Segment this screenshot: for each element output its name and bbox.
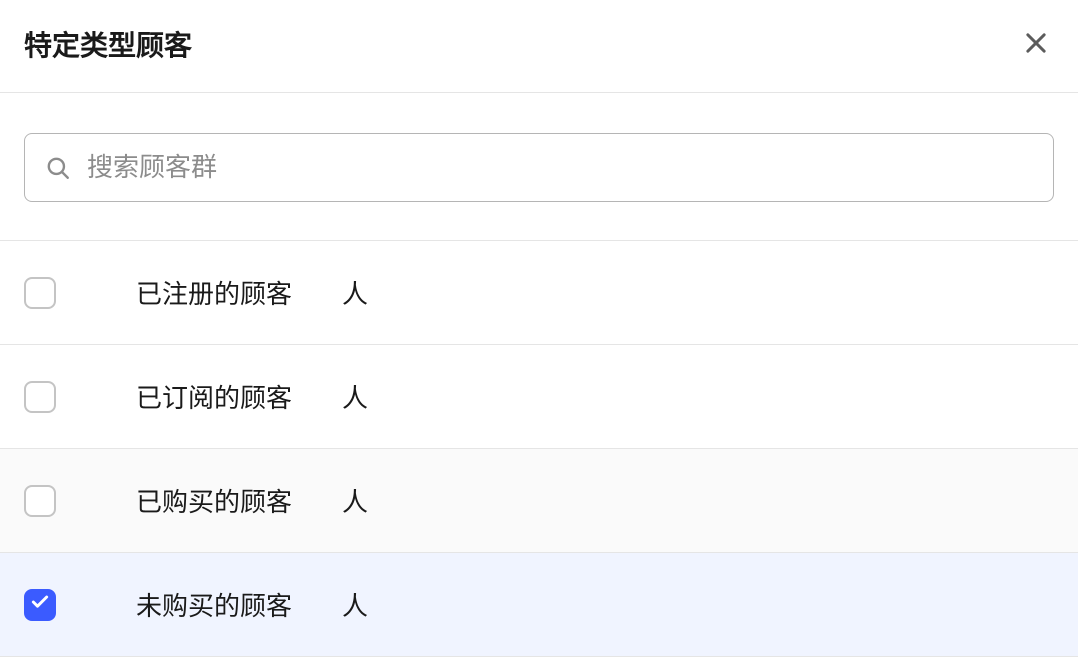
close-button[interactable] [1018, 25, 1054, 64]
search-box[interactable] [24, 133, 1054, 202]
list-item-label: 已购买的顾客 [136, 482, 292, 519]
list-item-unit: 人 [342, 274, 368, 311]
customer-type-modal: 特定类型顾客 已注册的顾客 [0, 0, 1078, 657]
list-item-label: 未购买的顾客 [136, 586, 292, 623]
list-item-text: 已注册的顾客 人 [136, 274, 368, 311]
list-item-unit: 人 [342, 378, 368, 415]
check-icon [30, 592, 50, 617]
list-item-unit: 人 [342, 586, 368, 623]
list-item-label: 已订阅的顾客 [136, 378, 292, 415]
checkbox-purchased[interactable] [24, 485, 56, 517]
list-item[interactable]: 未购买的顾客 人 [0, 553, 1078, 657]
list-item-text: 未购买的顾客 人 [136, 586, 368, 623]
search-section [0, 93, 1078, 241]
list-item-text: 已订阅的顾客 人 [136, 378, 368, 415]
list-item[interactable]: 已注册的顾客 人 [0, 241, 1078, 345]
list-item[interactable]: 已订阅的顾客 人 [0, 345, 1078, 449]
list-item-text: 已购买的顾客 人 [136, 482, 368, 519]
list-item-unit: 人 [342, 482, 368, 519]
customer-group-list: 已注册的顾客 人 已订阅的顾客 人 已购买的顾客 人 [0, 241, 1078, 657]
checkbox-subscribed[interactable] [24, 381, 56, 413]
search-icon [45, 155, 71, 181]
modal-title: 特定类型顾客 [24, 24, 192, 64]
checkbox-not-purchased[interactable] [24, 589, 56, 621]
close-icon [1022, 29, 1050, 60]
checkbox-registered[interactable] [24, 277, 56, 309]
list-item-label: 已注册的顾客 [136, 274, 292, 311]
list-item[interactable]: 已购买的顾客 人 [0, 449, 1078, 553]
modal-header: 特定类型顾客 [0, 0, 1078, 93]
search-input[interactable] [87, 152, 1033, 183]
